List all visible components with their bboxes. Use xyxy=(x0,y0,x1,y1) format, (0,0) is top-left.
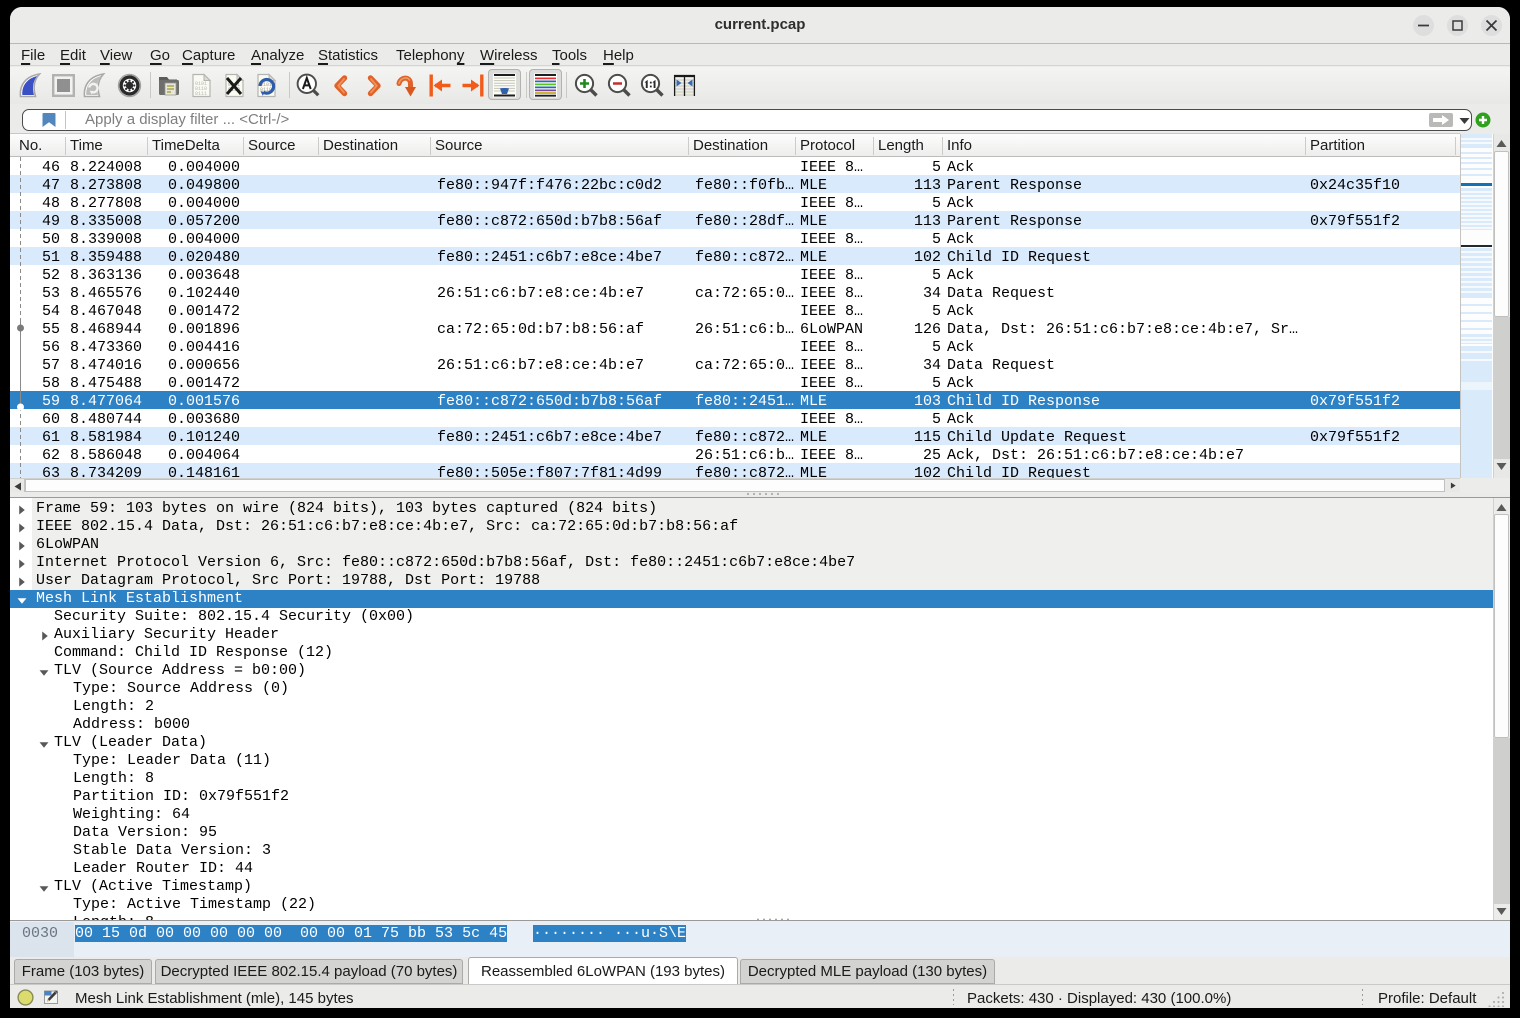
svg-text:0111: 0111 xyxy=(195,91,207,97)
